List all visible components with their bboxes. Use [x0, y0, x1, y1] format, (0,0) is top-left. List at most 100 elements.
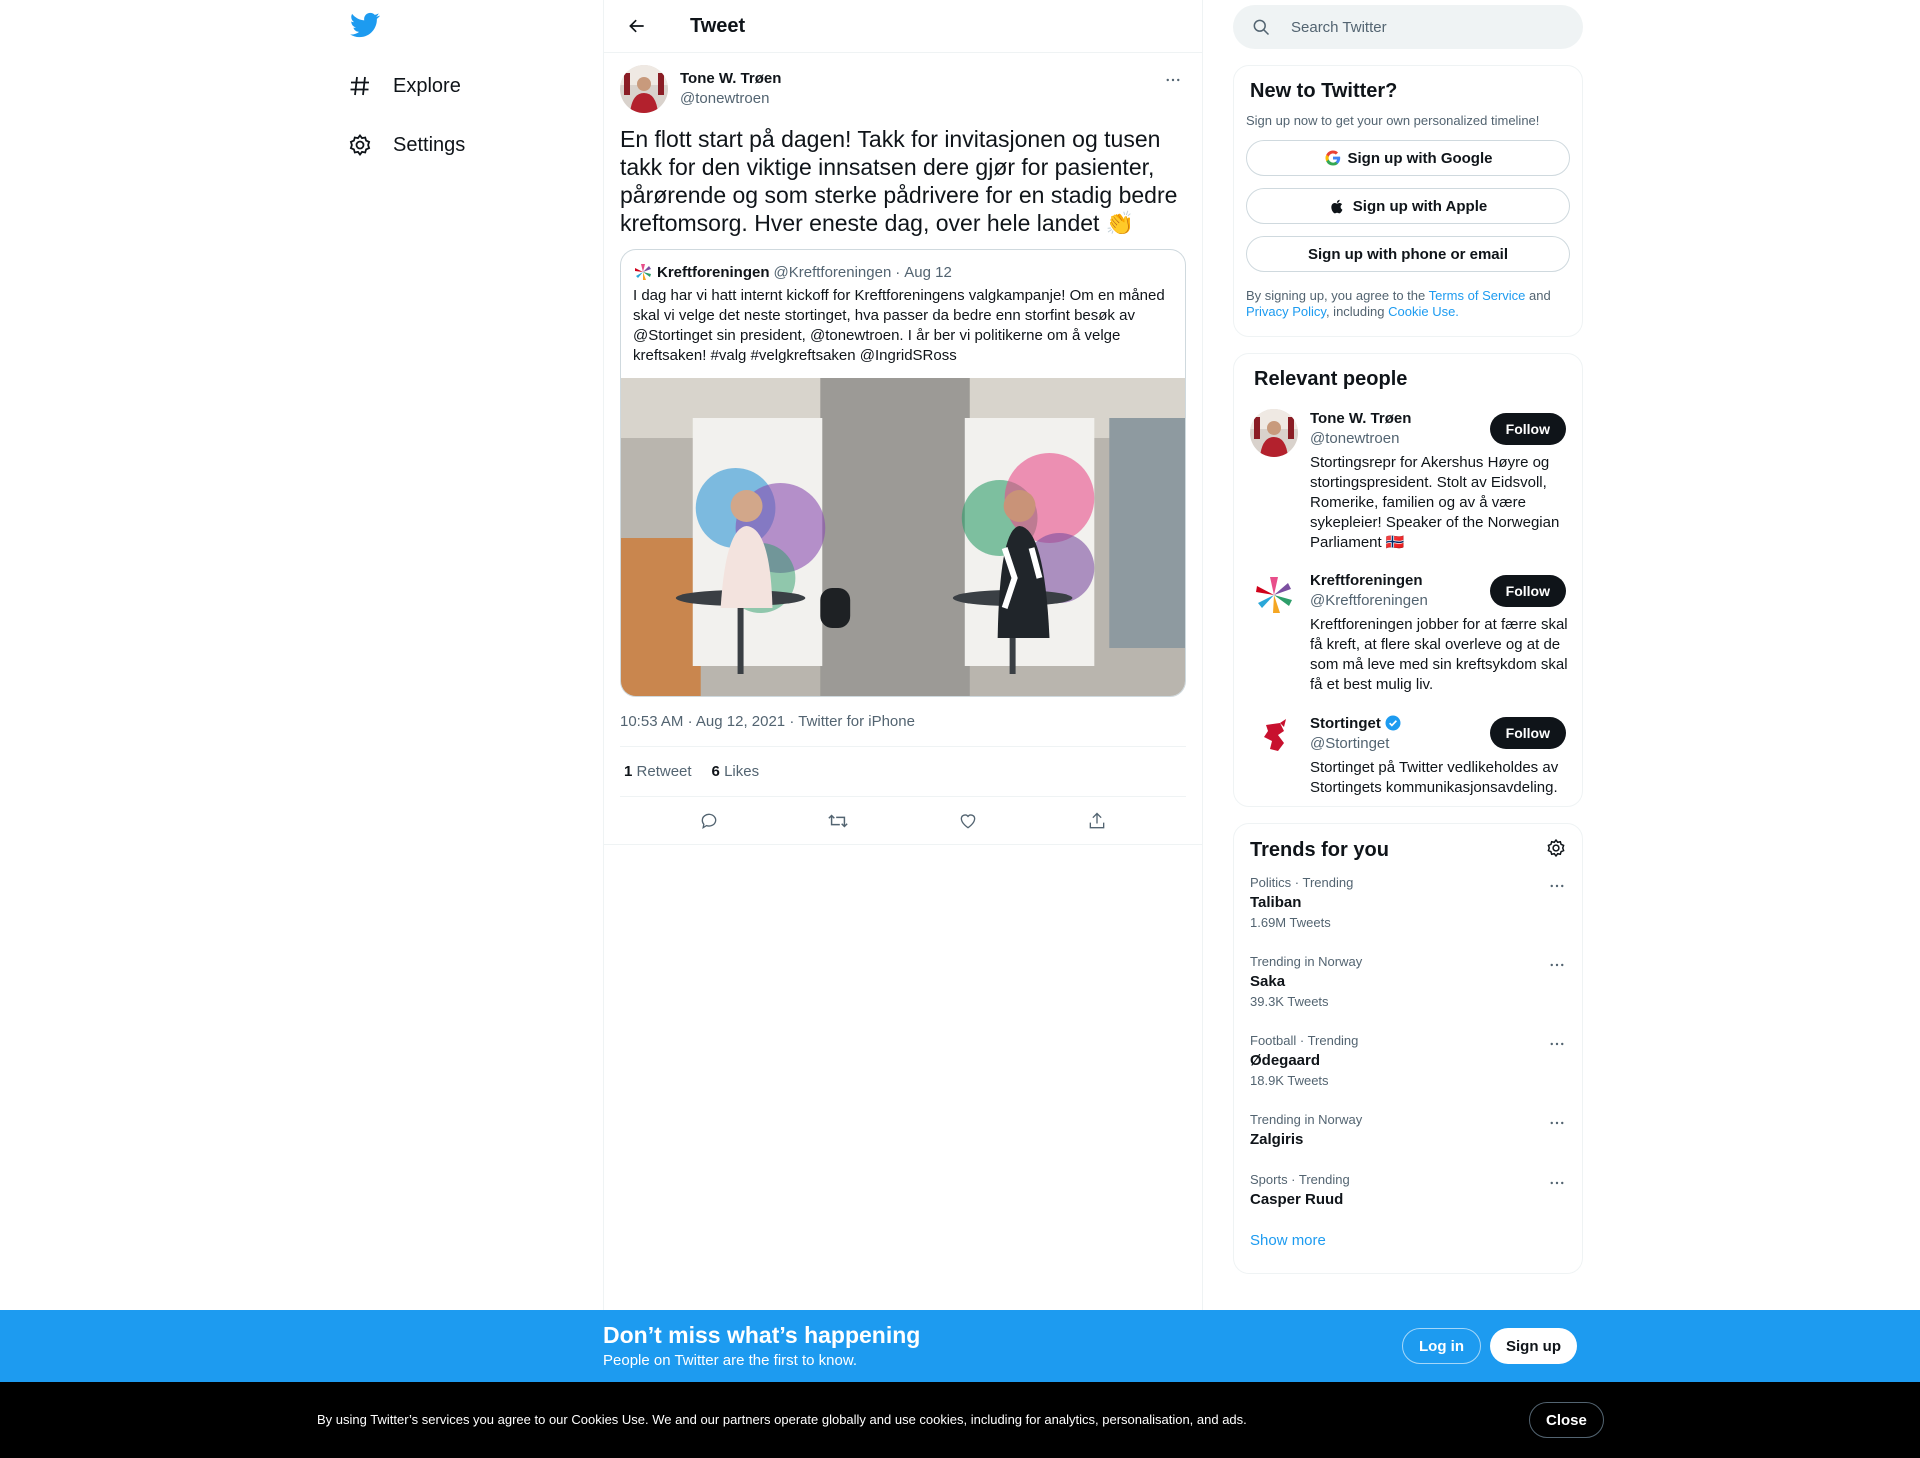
- tweet: Tone W. Trøen @tonewtroen En flott start…: [604, 53, 1202, 845]
- trends-header: Trends for you: [1234, 838, 1582, 863]
- gear-icon: [1547, 838, 1565, 858]
- like-button[interactable]: [951, 804, 985, 838]
- back-button[interactable]: [620, 9, 654, 43]
- trend-count: 39.3K Tweets: [1250, 994, 1329, 1009]
- trend-name: Taliban: [1250, 894, 1302, 911]
- person-bio: Stortinget på Twitter vedlikeholdes av S…: [1310, 759, 1559, 796]
- trends-settings-button[interactable]: [1546, 838, 1566, 863]
- trend-item[interactable]: Trending in Norway Zalgiris: [1234, 1100, 1582, 1160]
- signup-google-button[interactable]: Sign up with Google: [1246, 140, 1570, 176]
- avatar[interactable]: [1250, 571, 1298, 619]
- person-stortinget[interactable]: Stortinget @Stortinget Stortinget på Twi…: [1250, 713, 1570, 798]
- page-title: Tweet: [690, 14, 746, 37]
- trend-item[interactable]: Politics · Trending Taliban 1.69M Tweets: [1234, 863, 1582, 942]
- likes-stat[interactable]: 6 Likes: [712, 763, 760, 780]
- cookie-use-link[interactable]: Cookie Use.: [1388, 304, 1459, 319]
- trend-item[interactable]: Football · Trending Ødegaard 18.9K Tweet…: [1234, 1021, 1582, 1100]
- cookie-banner: By using Twitter’s services you agree to…: [0, 1382, 1920, 1458]
- search-icon: [1253, 19, 1270, 36]
- reply-button[interactable]: [692, 804, 726, 838]
- signup-apple-label: Sign up with Apple: [1352, 197, 1488, 215]
- avatar[interactable]: [1250, 409, 1298, 457]
- quoted-author-handle: @Kreftforeningen: [773, 263, 892, 281]
- avatar[interactable]: [620, 65, 668, 113]
- follow-button[interactable]: Follow: [1489, 413, 1566, 445]
- cookie-text: By using Twitter’s services you agree to…: [317, 1412, 1247, 1427]
- login-button[interactable]: Log in: [1402, 1328, 1481, 1364]
- quoted-tweet-photo[interactable]: [621, 378, 1185, 696]
- twitter-bird-icon[interactable]: [350, 10, 382, 42]
- apple-icon: [1329, 197, 1347, 215]
- person-tonewtroen[interactable]: Tone W. Trøen @tonewtroen Stortingsrepr …: [1250, 409, 1570, 553]
- quoted-date: Aug 12: [904, 263, 952, 281]
- person-name-text: Stortinget: [1310, 714, 1381, 732]
- separator: ·: [789, 713, 795, 730]
- page-header: Tweet: [604, 0, 1202, 53]
- share-button[interactable]: [1080, 804, 1114, 838]
- tweet-meta: 10:53 AM · Aug 12, 2021 · Twitter for iP…: [620, 713, 1186, 747]
- tweet-source-link[interactable]: Twitter for iPhone: [798, 713, 915, 730]
- trend-name: Zalgiris: [1250, 1131, 1304, 1148]
- share-icon: [1089, 812, 1105, 828]
- signup-google-label: Sign up with Google: [1347, 149, 1493, 167]
- trend-name: Casper Ruud: [1250, 1191, 1344, 1208]
- trend-item[interactable]: Sports · Trending Casper Ruud: [1234, 1160, 1582, 1220]
- card-title: Trends for you: [1250, 839, 1389, 861]
- search-input[interactable]: [1291, 18, 1551, 36]
- legal-including: , including: [1325, 304, 1389, 319]
- card-title: Relevant people: [1254, 368, 1408, 390]
- arrow-left-icon: [629, 19, 644, 33]
- close-button[interactable]: Close: [1529, 1402, 1604, 1438]
- nav-item-label: Explore: [393, 74, 461, 97]
- tweet-actions: [604, 797, 1202, 845]
- page: Explore Settings Tweet Tone W. Trøen @to…: [0, 0, 1920, 1458]
- avatar[interactable]: [1250, 713, 1298, 761]
- more-icon[interactable]: [1548, 956, 1566, 979]
- hashtag-icon: [347, 73, 373, 99]
- card-subtitle: Sign up now to get your own personalized…: [1246, 113, 1540, 128]
- follow-button[interactable]: Follow: [1489, 717, 1566, 749]
- card-title: New to Twitter?: [1250, 80, 1398, 102]
- tweet-date: Aug 12, 2021: [695, 713, 786, 730]
- reply-icon: [701, 813, 717, 829]
- tweet-timestamp-link[interactable]: 10:53 AM · Aug 12, 2021: [620, 713, 785, 730]
- author-name[interactable]: Tone W. Trøen: [680, 70, 781, 87]
- nav-item-explore[interactable]: Explore: [347, 64, 461, 108]
- trend-category: Trending in Norway: [1250, 954, 1363, 969]
- signup-phone-label: Sign up with phone or email: [1307, 245, 1508, 263]
- retweets-stat[interactable]: 1 Retweet: [624, 763, 692, 780]
- show-more-link[interactable]: Show more: [1234, 1220, 1582, 1265]
- separator: ·: [687, 713, 693, 730]
- author-handle[interactable]: @tonewtroen: [680, 90, 781, 107]
- more-icon[interactable]: [1548, 1174, 1566, 1197]
- trend-category: Politics · Trending: [1250, 875, 1354, 890]
- terms-link[interactable]: Terms of Service: [1429, 288, 1526, 303]
- legal-prefix: By signing up, you agree to the: [1246, 288, 1429, 303]
- trend-item[interactable]: Trending in Norway Saka 39.3K Tweets: [1234, 942, 1582, 1021]
- signup-button[interactable]: Sign up: [1490, 1328, 1577, 1364]
- retweet-button[interactable]: [821, 804, 855, 838]
- person-bio: Stortingsrepr for Akershus Høyre og stor…: [1310, 454, 1560, 551]
- more-options-button[interactable]: [1160, 67, 1186, 93]
- more-icon[interactable]: [1548, 1114, 1566, 1137]
- search-bar[interactable]: [1233, 5, 1583, 49]
- trend-name: Ødegaard: [1250, 1052, 1321, 1069]
- signup-apple-button[interactable]: Sign up with Apple: [1246, 188, 1570, 224]
- trend-count: 18.9K Tweets: [1250, 1073, 1329, 1088]
- more-icon[interactable]: [1548, 1035, 1566, 1058]
- likes-count: 6: [711, 763, 720, 780]
- person-bio: Kreftforeningen jobber for at færre skal…: [1310, 616, 1568, 693]
- person-kreftforeningen[interactable]: Kreftforeningen @Kreftforeningen Kreftfo…: [1250, 571, 1570, 695]
- nav-item-settings[interactable]: Settings: [347, 123, 465, 167]
- follow-button[interactable]: Follow: [1489, 575, 1566, 607]
- retweet-icon: [828, 813, 848, 828]
- trend-category: Sports · Trending: [1250, 1172, 1350, 1187]
- signup-banner: Don’t miss what’s happening People on Tw…: [0, 1310, 1920, 1382]
- nav-item-label: Settings: [393, 133, 466, 156]
- privacy-link[interactable]: Privacy Policy: [1246, 304, 1326, 319]
- more-icon: [1166, 78, 1180, 82]
- more-icon[interactable]: [1548, 877, 1566, 900]
- signup-phone-email-button[interactable]: Sign up with phone or email: [1246, 236, 1570, 272]
- quoted-tweet[interactable]: Kreftforeningen @Kreftforeningen · Aug 1…: [620, 249, 1186, 697]
- relevant-people-card: Relevant people Tone W. Trøen @tonewtroe…: [1233, 353, 1583, 807]
